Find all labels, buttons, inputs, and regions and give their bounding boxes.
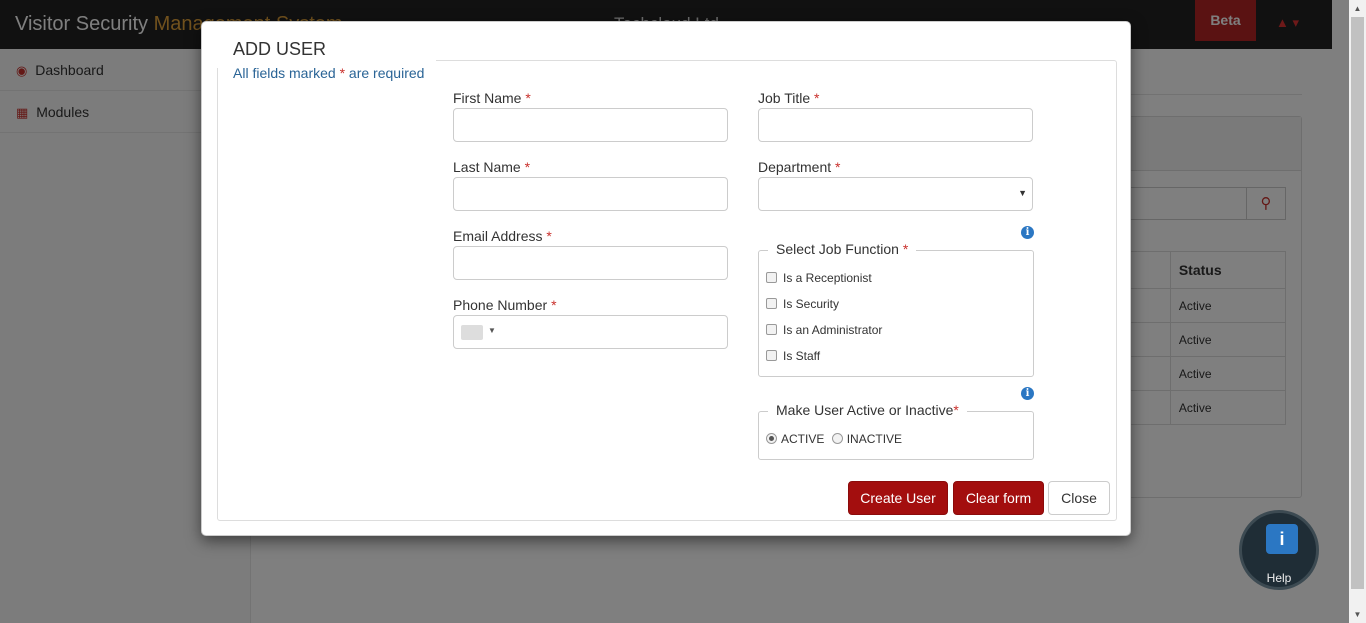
required-star: * [524,159,531,175]
department-select[interactable]: ▼ [758,177,1033,211]
required-star: * [546,228,552,244]
label-text: Email Address [453,228,543,244]
checkbox-label: Is a Receptionist [783,271,872,285]
scroll-down-icon[interactable]: ▼ [1349,606,1366,623]
job-function-group: Select Job Function * Is a Receptionist … [758,241,1034,377]
label-text: Job Title [758,90,811,106]
job-title-input[interactable] [758,108,1033,142]
job-function-legend: Select Job Function * [768,241,917,257]
last-name-input[interactable] [453,177,728,211]
checkbox-staff[interactable]: Is Staff [766,349,820,363]
checkbox-receptionist[interactable]: Is a Receptionist [766,271,872,285]
note-text: All fields marked [233,65,340,81]
label-text: Department [758,159,832,175]
required-star: * [953,402,959,418]
add-user-modal: ADD USER All fields marked * are require… [201,21,1131,536]
job-title-label: Job Title * [758,90,819,106]
checkbox[interactable] [766,298,777,309]
modal-title: ADD USER [233,39,327,59]
required-star: * [835,159,841,175]
last-name-label: Last Name * [453,159,530,175]
radio-inactive[interactable] [831,433,843,444]
department-label: Department * [758,159,841,175]
info-icon[interactable]: i [1021,387,1034,400]
checkbox[interactable] [766,324,777,335]
checkbox[interactable] [766,272,777,283]
note-text: are required [345,65,425,81]
required-star: * [814,90,820,106]
chevron-down-icon: ▼ [1018,188,1027,198]
page-scrollbar[interactable]: ▲ ▼ [1349,0,1366,623]
checkbox-administrator[interactable]: Is an Administrator [766,323,882,337]
checkbox-label: Is an Administrator [783,323,883,337]
legend-text: Select Job Function [776,241,899,257]
email-label: Email Address * [453,228,552,244]
phone-input[interactable]: ▼ [453,315,728,349]
phone-label: Phone Number * [453,297,557,313]
scrollbar-thumb[interactable] [1351,17,1364,589]
first-name-input[interactable] [453,108,728,142]
required-star: * [902,241,909,257]
label-text: First Name [453,90,522,106]
clear-form-button[interactable]: Clear form [953,481,1044,515]
label-text: Phone Number [453,297,548,313]
checkbox-label: Is Staff [783,349,821,363]
legend-text: Make User Active or Inactive [776,402,954,418]
required-star: * [551,297,557,313]
checkbox-security[interactable]: Is Security [766,297,839,311]
create-user-button[interactable]: Create User [848,481,948,515]
required-fields-note: All fields marked * are required [233,65,424,81]
user-status-group: Make User Active or Inactive* ACTIVE INA… [758,402,1034,460]
help-button[interactable]: i Help [1239,510,1319,590]
chevron-down-icon[interactable]: ▼ [488,326,496,335]
info-icon: i [1266,524,1298,554]
info-icon[interactable]: i [1021,226,1034,239]
checkbox-label: Is Security [783,297,840,311]
checkbox[interactable] [766,350,777,361]
help-label: Help [1266,571,1292,585]
close-button[interactable]: Close [1048,481,1110,515]
required-star: * [525,90,531,106]
country-flag-icon[interactable] [461,325,483,340]
radio-label: ACTIVE [781,432,825,446]
email-input[interactable] [453,246,728,280]
first-name-label: First Name * [453,90,531,106]
label-text: Last Name [453,159,521,175]
radio-label: INACTIVE [846,432,903,446]
user-status-legend: Make User Active or Inactive* [768,402,967,418]
radio-active[interactable] [766,433,777,444]
scroll-up-icon[interactable]: ▲ [1349,0,1366,17]
status-radio-group: ACTIVE INACTIVE [766,432,902,446]
